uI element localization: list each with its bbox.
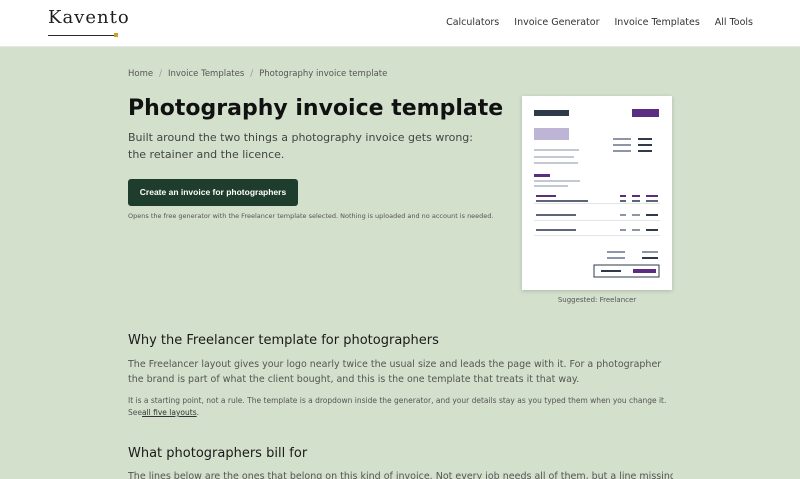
invoice-template-preview [522,96,672,290]
create-invoice-button[interactable]: Create an invoice for photographers [128,179,298,206]
site-header: Kavento Calculators Invoice Generator In… [0,0,800,47]
nav-item-invoice-generator[interactable]: Invoice Generator [514,17,599,28]
nav-item-invoice-templates[interactable]: Invoice Templates [615,17,700,28]
brand-logo[interactable]: Kavento [48,7,130,28]
nav-item-all-tools[interactable]: All Tools [715,17,753,28]
breadcrumb: Home / Invoice Templates / Photography i… [128,69,387,79]
section-note: It is a starting point, not a rule. The … [128,395,673,419]
logo-accent-dot [114,33,118,37]
section-heading-what-photographers-bill: What photographers bill for [128,446,308,461]
breadcrumb-invoice-templates[interactable]: Invoice Templates [168,69,244,79]
page-lead: Built around the two things a photograph… [128,131,473,161]
preview-caption: Suggested: Freelancer [557,296,637,304]
section-body-what-photographers-bill: The lines below are the ones that belong… [128,471,673,479]
logo-underline [48,35,116,36]
section-note-suffix: . [196,408,200,417]
all-layouts-link[interactable]: all five layouts [142,408,197,417]
main-nav: Calculators Invoice Generator Invoice Te… [446,17,753,28]
breadcrumb-home[interactable]: Home [128,69,153,79]
section-note-text: It is a starting point, not a rule. The … [128,396,667,417]
section-heading-why-freelancer: Why the Freelancer template for photogra… [128,333,439,348]
breadcrumb-current: Photography invoice template [259,69,388,79]
nav-item-calculators[interactable]: Calculators [446,17,499,28]
section-body-why-freelancer: The Freelancer layout gives your logo ne… [128,359,662,385]
page-title: Photography invoice template [128,96,504,121]
breadcrumb-separator: / [250,69,254,79]
breadcrumb-separator: / [159,69,162,79]
cta-note: Opens the free generator with the Freela… [128,212,494,220]
invoice-preview-illustration [534,109,660,278]
